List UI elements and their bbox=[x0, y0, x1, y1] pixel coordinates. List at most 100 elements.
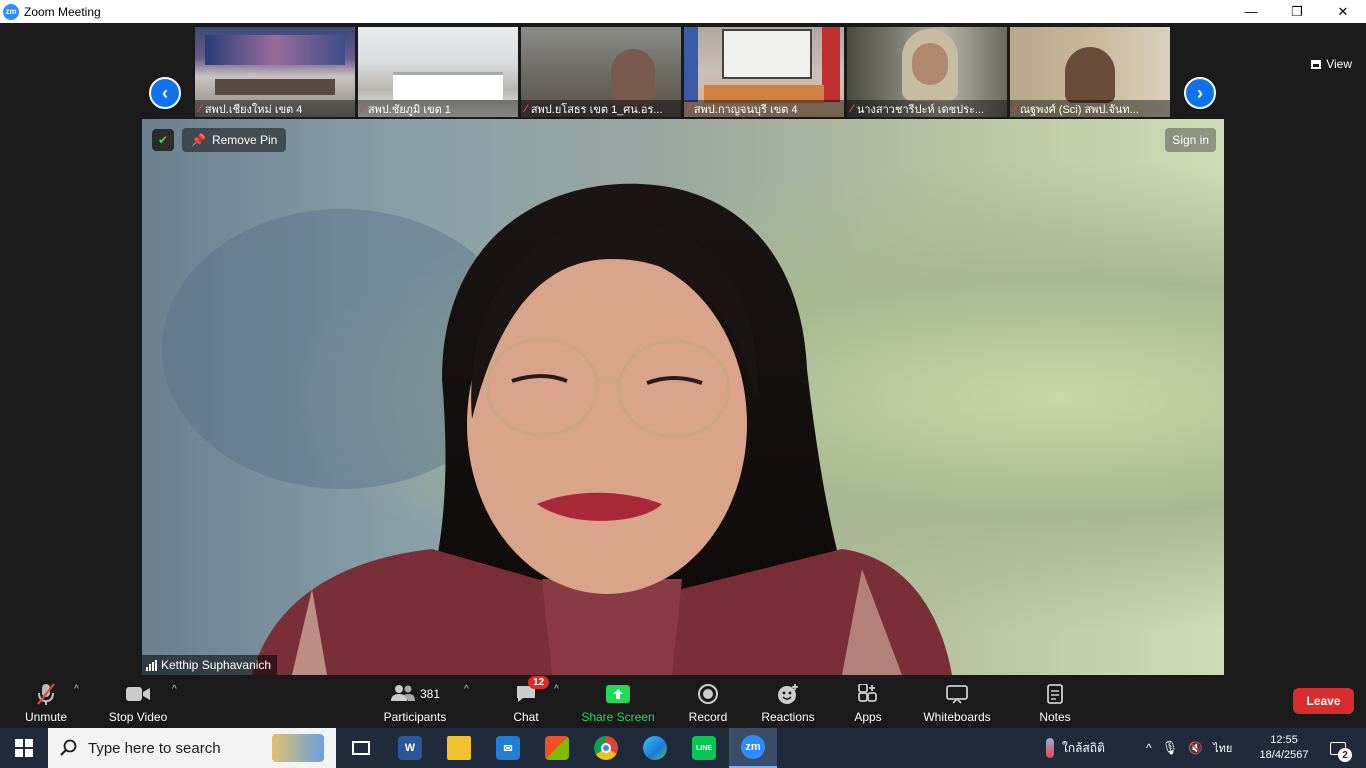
stop-video-button[interactable]: Stop Video bbox=[106, 678, 170, 728]
temperature-icon bbox=[1046, 738, 1054, 758]
close-button[interactable]: ✕ bbox=[1320, 0, 1366, 23]
taskbar-zoom[interactable]: zm bbox=[729, 728, 777, 768]
speaker-name-tag: Ketthip Suphavanich bbox=[142, 655, 278, 675]
window-title: Zoom Meeting bbox=[24, 4, 101, 19]
store-icon bbox=[545, 736, 569, 760]
participants-icon bbox=[390, 684, 416, 705]
line-icon: LINE bbox=[692, 736, 716, 760]
muted-mic-icon: ⁄ bbox=[525, 102, 527, 115]
previous-page-button[interactable]: ‹ bbox=[149, 77, 181, 109]
muted-mic-icon: ⁄ bbox=[199, 102, 201, 115]
notes-icon bbox=[1046, 681, 1064, 707]
volume-muted-icon[interactable]: 🔇 bbox=[1188, 741, 1203, 755]
muted-mic-icon: ⁄ bbox=[851, 102, 853, 115]
video-options-caret-icon[interactable]: ^ bbox=[172, 684, 177, 695]
chevron-left-icon: ‹ bbox=[162, 82, 168, 103]
chat-options-caret-icon[interactable]: ^ bbox=[554, 684, 559, 695]
share-screen-button[interactable]: Share Screen bbox=[581, 678, 655, 728]
smiley-plus-icon bbox=[776, 681, 800, 707]
search-placeholder: Type here to search bbox=[88, 739, 221, 757]
mail-icon: ✉ bbox=[496, 736, 520, 760]
participant-thumbnail[interactable]: ⁄ สพป.กาญจนบุรี เขต 4 bbox=[684, 27, 844, 117]
notification-count: 2 bbox=[1338, 748, 1352, 762]
leave-meeting-button[interactable]: Leave bbox=[1293, 688, 1354, 714]
muted-mic-icon: ⁄ bbox=[1014, 102, 1016, 115]
muted-mic-icon: ⁄ bbox=[362, 102, 364, 115]
participant-thumbnail[interactable]: ⁄ สพป.เชียงใหม่ เขต 4 bbox=[195, 27, 355, 117]
task-view-button[interactable] bbox=[337, 728, 385, 768]
thumbnail-label: ณฐพงศ์ (Sci) สพป.จันท... bbox=[1019, 103, 1139, 116]
input-language[interactable]: ไทย bbox=[1213, 739, 1232, 757]
clock-time: 12:55 bbox=[1270, 734, 1298, 746]
whiteboard-icon bbox=[945, 681, 969, 707]
unmute-button[interactable]: Unmute bbox=[21, 678, 71, 728]
next-page-button[interactable]: › bbox=[1184, 77, 1216, 109]
start-button[interactable] bbox=[0, 728, 48, 768]
taskbar-file-explorer[interactable] bbox=[435, 728, 483, 768]
edge-icon bbox=[643, 736, 667, 760]
taskbar-search-box[interactable]: Type here to search bbox=[48, 728, 336, 768]
apps-button[interactable]: Apps bbox=[852, 678, 884, 728]
participants-options-caret-icon[interactable]: ^ bbox=[464, 684, 469, 695]
speaker-name: Ketthip Suphavanich bbox=[161, 658, 272, 672]
whiteboards-button[interactable]: Whiteboards bbox=[920, 678, 994, 728]
notification-center-button[interactable]: 2 bbox=[1324, 728, 1352, 768]
signal-strength-icon bbox=[146, 659, 157, 671]
participant-thumbnail[interactable]: ⁄ ณฐพงศ์ (Sci) สพป.จันท... bbox=[1010, 27, 1170, 117]
clock[interactable]: 12:55 18/4/2567 bbox=[1252, 728, 1316, 768]
encryption-shield-icon[interactable]: ✔ bbox=[152, 129, 174, 151]
chat-unread-badge: 12 bbox=[528, 676, 550, 689]
audio-options-caret-icon[interactable]: ^ bbox=[74, 684, 79, 695]
taskbar-word[interactable]: W bbox=[386, 728, 434, 768]
active-speaker-video: ✔ 📌 Remove Pin Sign in Ketthip Suphavani… bbox=[142, 119, 1224, 675]
reactions-button[interactable]: Reactions bbox=[760, 678, 816, 728]
thumbnail-label: สพป.ยโสธร เขต 1_ศน.อร... bbox=[530, 103, 663, 116]
taskbar-chrome[interactable] bbox=[582, 728, 630, 768]
window-title-bar: zm Zoom Meeting — ❐ ✕ bbox=[0, 0, 1366, 23]
share-screen-icon bbox=[605, 681, 631, 707]
minimize-button[interactable]: — bbox=[1228, 0, 1274, 23]
restore-button[interactable]: ❐ bbox=[1274, 0, 1320, 23]
record-icon bbox=[697, 681, 719, 707]
weather-text[interactable]: ใกล้สถิติ bbox=[1062, 739, 1105, 758]
muted-microphone-icon bbox=[35, 681, 57, 707]
participants-button[interactable]: 381 Participants bbox=[382, 678, 448, 728]
windows-logo-icon bbox=[15, 739, 33, 757]
microphone-icon[interactable]: 🎙 bbox=[1162, 740, 1179, 756]
participant-thumbnail[interactable]: ⁄ นางสาวชารีปะห์ เดชประ... bbox=[847, 27, 1007, 117]
remove-pin-button[interactable]: 📌 Remove Pin bbox=[182, 128, 287, 152]
pin-icon: 📌 bbox=[191, 133, 206, 147]
remove-pin-label: Remove Pin bbox=[211, 133, 278, 147]
show-hidden-icons-icon[interactable]: ^ bbox=[1146, 741, 1152, 755]
search-highlight-icon bbox=[272, 734, 324, 762]
taskbar-mail[interactable]: ✉ bbox=[484, 728, 532, 768]
participant-thumbnail[interactable]: ⁄ สพป.ชัยภูมิ เขต 1 bbox=[358, 27, 518, 117]
view-label: View bbox=[1326, 57, 1352, 71]
thumbnail-label: สพป.ชัยภูมิ เขต 1 bbox=[367, 103, 451, 116]
participants-count: 381 bbox=[419, 687, 441, 701]
muted-mic-icon: ⁄ bbox=[688, 102, 690, 115]
participant-thumbnail[interactable]: ⁄ สพป.ยโสธร เขต 1_ศน.อร... bbox=[521, 27, 681, 117]
system-tray: ใกล้สถิติ bbox=[1046, 728, 1105, 768]
sign-in-button[interactable]: Sign in bbox=[1165, 128, 1216, 152]
apps-icon bbox=[858, 681, 878, 707]
video-camera-icon bbox=[125, 681, 151, 707]
taskbar-store[interactable] bbox=[533, 728, 581, 768]
taskbar-edge[interactable] bbox=[631, 728, 679, 768]
view-button[interactable]: View bbox=[1311, 57, 1352, 71]
notes-button[interactable]: Notes bbox=[1036, 678, 1074, 728]
chevron-right-icon: › bbox=[1197, 82, 1203, 103]
thumbnail-label: นางสาวชารีปะห์ เดชประ... bbox=[856, 103, 985, 116]
meeting-toolbar: Unmute ^ Stop Video ^ 381 Participants ^… bbox=[0, 676, 1366, 728]
search-icon bbox=[60, 739, 77, 756]
zoom-icon: zm bbox=[741, 735, 765, 759]
grid-icon bbox=[1311, 59, 1322, 69]
thumbnail-label: สพป.เชียงใหม่ เขต 4 bbox=[204, 103, 303, 116]
windows-taskbar: Type here to search W ✉ LINE zm ใกล้สถิต… bbox=[0, 728, 1366, 768]
record-button[interactable]: Record bbox=[686, 678, 730, 728]
chrome-icon bbox=[594, 736, 618, 760]
chat-button[interactable]: 12 Chat bbox=[510, 676, 550, 728]
clock-date: 18/4/2567 bbox=[1259, 749, 1309, 761]
taskbar-line[interactable]: LINE bbox=[680, 728, 728, 768]
zoom-logo-icon: zm bbox=[3, 3, 19, 20]
